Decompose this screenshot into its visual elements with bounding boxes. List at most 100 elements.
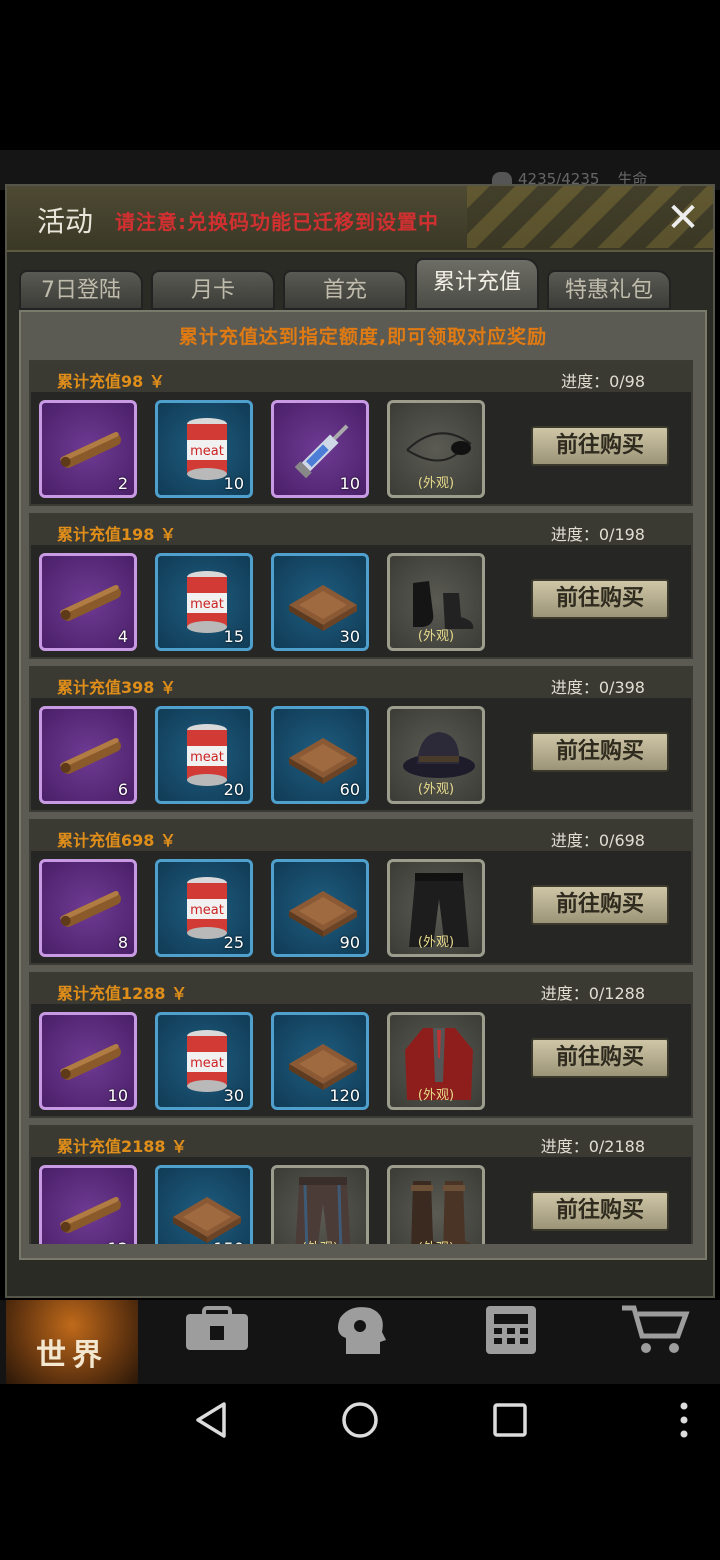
reward-slot[interactable]: 8 [39,859,137,957]
item-quantity: 90 [339,933,360,952]
reward-slot[interactable]: (外观) [271,1165,369,1244]
tab-special-package[interactable]: 特惠礼包 [547,270,671,310]
notice-text: 请注意:兑换码功能已迁移到设置中 [115,210,439,234]
character-icon[interactable] [326,1304,396,1356]
tier-header: 累计充值2188 ￥ 进度：0/2188 [31,1127,691,1157]
nav-world-button[interactable]: 世界 [6,1300,138,1384]
tier-label: 累计充值98 ￥ [57,372,165,391]
item-quantity: 10 [339,474,360,493]
modal-title: 活动 [37,205,94,238]
reward-slot[interactable]: (外观) [387,400,485,498]
reward-slot[interactable]: 150 [155,1165,253,1244]
cart-icon[interactable] [620,1304,690,1356]
more-icon[interactable] [678,1400,690,1444]
reward-slot[interactable]: (外观) [387,553,485,651]
appearance-tag: (外观) [417,629,455,644]
tier-header: 累计充值398 ￥ 进度：0/398 [31,668,691,698]
close-icon[interactable]: ✕ [663,198,703,238]
reward-slot[interactable]: 10 [271,400,369,498]
tier-progress: 进度：0/98 [561,372,645,391]
tier-progress: 进度：0/698 [550,831,645,850]
item-quantity: 10 [107,1086,128,1105]
svg-text:meat: meat [190,1056,224,1071]
tier-label: 累计充值1288 ￥ [57,984,188,1003]
tier-row: 累计充值698 ￥ 进度：0/698 8 meat 25 90 (外观) 前往购买 [29,819,693,965]
reward-slot[interactable]: 90 [271,859,369,957]
item-quantity: 25 [223,933,244,952]
go-buy-button[interactable]: 前往购买 [531,426,669,466]
svg-text:meat: meat [190,903,224,918]
reward-slot[interactable]: 2 [39,400,137,498]
tier-label: 累计充值698 ￥ [57,831,176,850]
tier-header: 累计充值198 ￥ 进度：0/198 [31,515,691,545]
tier-row: 累计充值98 ￥ 进度：0/98 2 meat 10 10 (外观) 前往购买 [29,360,693,506]
backpack-icon[interactable] [182,1304,252,1356]
tier-progress: 进度：0/398 [550,678,645,697]
reward-slot[interactable]: (外观) [387,706,485,804]
tab-first-recharge[interactable]: 首充 [283,270,407,310]
phone-icon[interactable] [476,1304,546,1356]
reward-slot[interactable]: 30 [271,553,369,651]
tab-bar: 7日登陆 月卡 首充 累计充值 特惠礼包 [19,258,709,310]
tier-progress: 进度：0/198 [550,525,645,544]
reward-panel: 累计充值达到指定额度,即可领取对应奖励 累计充值98 ￥ 进度：0/98 2 meat… [19,310,707,1260]
item-quantity: 2 [117,474,128,493]
tier-row: 累计充值2188 ￥ 进度：0/2188 12 150 (外观) (外观) 前往购买 [29,1125,693,1244]
go-buy-button[interactable]: 前往购买 [531,1191,669,1231]
reward-slot[interactable]: 4 [39,553,137,651]
recents-icon[interactable] [492,1402,528,1442]
reward-slot[interactable]: (外观) [387,1012,485,1110]
svg-text:meat: meat [190,750,224,765]
activity-modal: 活动 请注意:兑换码功能已迁移到设置中 ✕ 7日登陆 月卡 首充 累计充值 特惠… [5,184,715,1298]
modal-header: 活动 请注意:兑换码功能已迁移到设置中 ✕ [7,186,713,252]
tier-row: 累计充值1288 ￥ 进度：0/1288 10 meat 30 120 (外观) 前往购买 [29,972,693,1118]
item-quantity: 120 [329,1086,360,1105]
tier-row: 累计充值198 ￥ 进度：0/198 4 meat 15 30 (外观) 前往购买 [29,513,693,659]
back-icon[interactable] [192,1400,232,1444]
item-quantity: 15 [223,627,244,646]
reward-slot[interactable]: 10 [39,1012,137,1110]
home-icon[interactable] [340,1400,380,1444]
reward-slot[interactable]: 60 [271,706,369,804]
item-quantity: 8 [117,933,128,952]
item-quantity: 30 [339,627,360,646]
svg-text:meat: meat [190,597,224,612]
item-quantity: 30 [223,1086,244,1105]
reward-slot[interactable]: meat 25 [155,859,253,957]
go-buy-button[interactable]: 前往购买 [531,885,669,925]
appearance-tag: (外观) [417,1088,455,1103]
item-quantity: 20 [223,780,244,799]
reward-slot[interactable]: meat 30 [155,1012,253,1110]
nav-world-label: 世界 [36,1338,108,1373]
appearance-tag: (外观) [390,1237,482,1244]
tier-header: 累计充值98 ￥ 进度：0/98 [31,362,691,392]
tab-monthly-card[interactable]: 月卡 [151,270,275,310]
item-quantity: 60 [339,780,360,799]
tier-label: 累计充值198 ￥ [57,525,176,544]
reward-slot[interactable]: (外观) [387,1165,485,1244]
tier-header: 累计充值1288 ￥ 进度：0/1288 [31,974,691,1004]
reward-slot[interactable]: (外观) [387,859,485,957]
tier-label: 累计充值398 ￥ [57,678,176,697]
appearance-tag: (外观) [417,935,455,950]
appearance-tag: (外观) [417,476,455,491]
tab-7day-login[interactable]: 7日登陆 [19,270,143,310]
item-quantity: 4 [117,627,128,646]
appearance-tag: (外观) [417,782,455,797]
reward-slot[interactable]: meat 15 [155,553,253,651]
item-quantity: 6 [117,780,128,799]
reward-slot[interactable]: 120 [271,1012,369,1110]
reward-slot[interactable]: meat 20 [155,706,253,804]
reward-slot[interactable]: meat 10 [155,400,253,498]
tier-progress: 进度：0/2188 [540,1137,645,1156]
tab-cumulative-recharge[interactable]: 累计充值 [415,258,539,310]
tier-progress: 进度：0/1288 [540,984,645,1003]
reward-slot[interactable]: 6 [39,706,137,804]
go-buy-button[interactable]: 前往购买 [531,1038,669,1078]
tier-list[interactable]: 累计充值98 ￥ 进度：0/98 2 meat 10 10 (外观) 前往购买 累计充值198 … [29,360,693,1244]
panel-hint: 累计充值达到指定额度,即可领取对应奖励 [178,326,548,348]
go-buy-button[interactable]: 前往购买 [531,579,669,619]
go-buy-button[interactable]: 前往购买 [531,732,669,772]
reward-slot[interactable]: 12 [39,1165,137,1244]
item-quantity: 150 [213,1239,244,1244]
